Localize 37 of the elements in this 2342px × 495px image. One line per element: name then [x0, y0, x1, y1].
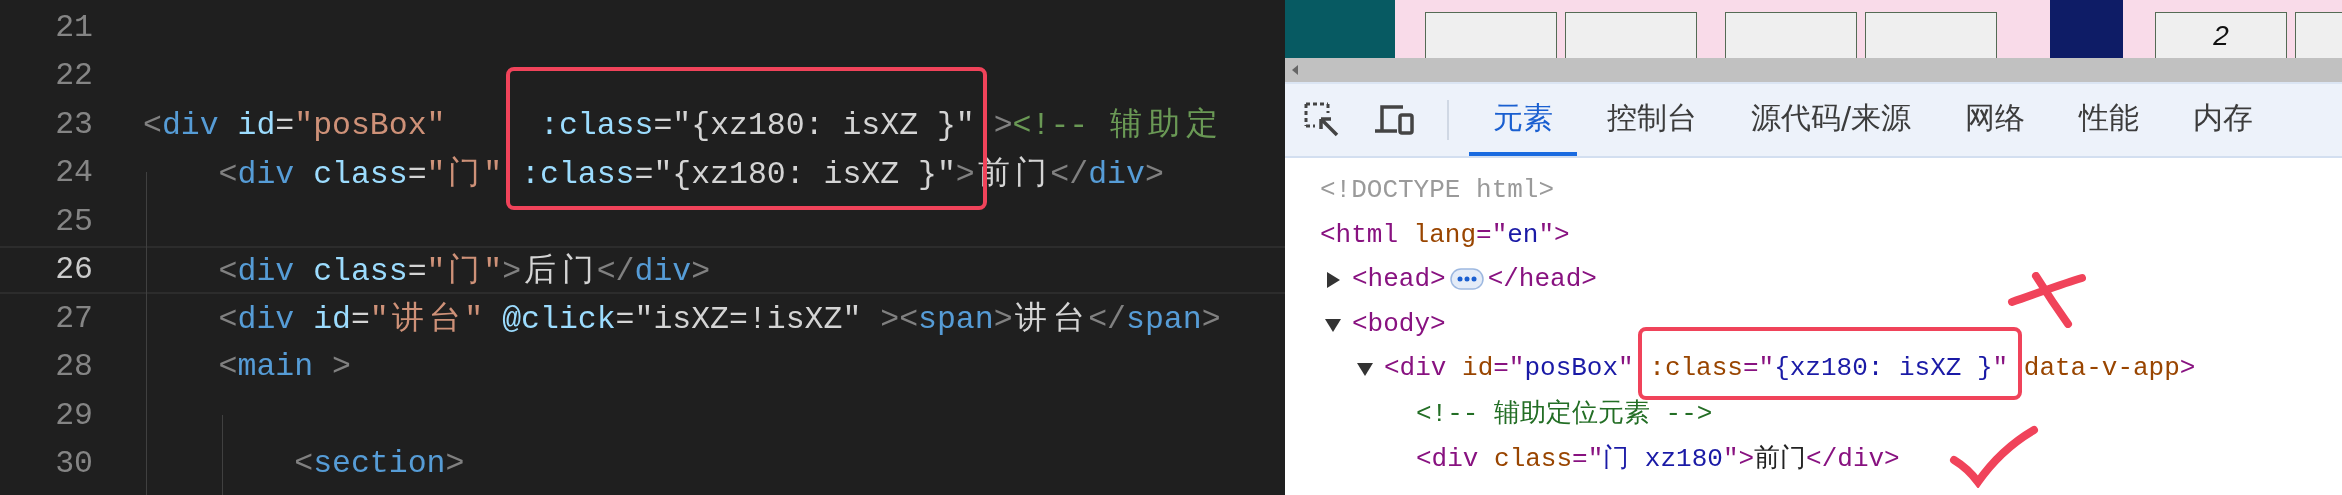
code-line: <div id="posBox" :class="{xz180: isXZ }" ><!-- 辅助定 — [143, 106, 1219, 146]
line-number: 23 — [54, 106, 93, 142]
line-number: 27 — [54, 300, 93, 336]
dom-node-text[interactable]: <!-- 辅助定位元素 --> — [1416, 395, 1713, 431]
device-icon[interactable] — [1373, 103, 1415, 137]
code-line: <main > — [217, 349, 351, 385]
dom-node-text: </head> — [1487, 264, 1597, 295]
line-number: 26 — [54, 252, 93, 288]
horizontal-scrollbar[interactable] — [1285, 58, 2342, 84]
dom-node-text[interactable]: <div id="posBox" :class="{xz180: isXZ }" data-v-app> — [1384, 353, 2196, 384]
devtools-tab[interactable]: 控制台 — [1583, 84, 1721, 156]
devtools-tab[interactable]: 元素 — [1469, 84, 1577, 156]
code-line: <div class="门">后门</div> — [217, 252, 711, 291]
line-number: 28 — [54, 349, 93, 385]
dom-node-text[interactable]: <div class="门 xz180">前门</div> — [1416, 439, 1900, 475]
dom-node-text[interactable]: <head> — [1352, 264, 1446, 295]
inspect-icon[interactable] — [1303, 101, 1341, 139]
check-mark-icon — [1948, 424, 2040, 488]
line-number: 25 — [54, 203, 93, 239]
code-line: <section> — [293, 446, 465, 482]
preview-cell: 2 — [2155, 12, 2287, 58]
dom-node-text[interactable]: <html lang="en"> — [1320, 219, 1570, 250]
ellipsis-icon[interactable] — [1449, 267, 1484, 292]
line-number: 24 — [54, 155, 93, 191]
expanded-arrow-icon[interactable] — [1356, 360, 1374, 378]
devtools-tab[interactable]: 源代码/来源 — [1727, 84, 1936, 156]
line-number: 29 — [54, 397, 93, 433]
devtools-tab[interactable]: 网络 — [1941, 84, 2050, 156]
dom-node-text[interactable]: <body> — [1352, 308, 1446, 339]
cross-mark-icon — [2006, 272, 2086, 328]
devtools-tab[interactable]: 性能 — [2055, 84, 2164, 156]
collapsed-arrow-icon[interactable] — [1324, 271, 1342, 289]
devtools-tab[interactable]: 内存 — [2169, 84, 2278, 156]
line-number: 30 — [54, 446, 93, 482]
code-line: <div id="讲台" @click="isXZ=!isXZ" ><span>讲台</span> — [217, 300, 1221, 340]
line-number: 22 — [54, 58, 93, 94]
line-number: 21 — [54, 9, 93, 45]
